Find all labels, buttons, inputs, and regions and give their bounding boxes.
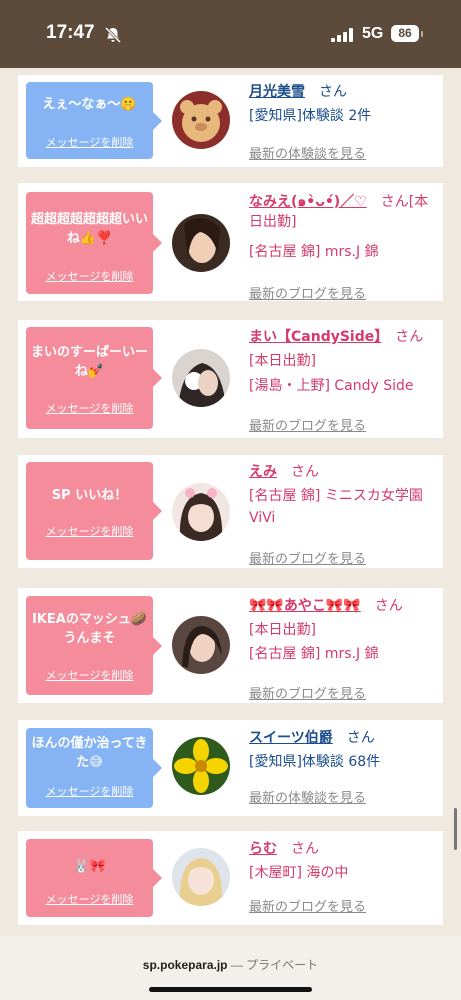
honorific: さん xyxy=(291,841,319,857)
home-indicator[interactable] xyxy=(149,987,312,992)
message-text: SP いいね！ xyxy=(51,488,128,503)
message-bubble: IKEAのマッシュ🥔うんまそ メッセージを削除 xyxy=(26,596,162,695)
cast-detail: [愛知県]体験談 2件 xyxy=(249,108,372,124)
cast-detail: [名古屋 錦] mrs.J 錦 xyxy=(249,244,379,260)
cast-info: らむ さん [木屋町] 海の中 最新のブログを見る xyxy=(249,839,441,915)
message-text: ほんの僅か治ってきた😅 xyxy=(31,736,148,770)
honorific: さん xyxy=(374,598,403,614)
private-mode-label: プライベート xyxy=(246,958,319,972)
cast-detail: [本日出勤] xyxy=(249,622,316,638)
view-latest-link[interactable]: 最新の体験談を見る xyxy=(249,787,366,806)
cast-name-link[interactable]: スイーツ伯爵 xyxy=(249,730,333,746)
url-display[interactable]: sp.pokepara.jp — プライベート xyxy=(0,956,461,973)
cast-name-link[interactable]: 🎀🎀あやこ🎀🎀 xyxy=(249,598,361,614)
delete-message-link[interactable]: メッセージを削除 xyxy=(26,400,153,416)
battery-icon: 86 xyxy=(391,25,419,42)
message-card: 🐰🎀 メッセージを削除 らむ さん [木屋町] 海の中 最新のブログを見る xyxy=(18,831,443,925)
delete-message-link[interactable]: メッセージを削除 xyxy=(26,783,153,799)
message-text: えぇ〜なぁ〜🤫 xyxy=(42,97,137,112)
cast-detail: [木屋町] 海の中 xyxy=(249,865,349,881)
avatar[interactable] xyxy=(172,349,230,407)
message-bubble: SP いいね！ メッセージを削除 xyxy=(26,462,162,560)
message-text: 超超超超超超超いいね👍❣️ xyxy=(30,212,148,246)
cast-info: えみ さん [名古屋 錦] ミニスカ女学園 ViVi 最新のブログを見る xyxy=(249,462,441,567)
avatar[interactable] xyxy=(172,214,230,272)
delete-message-link[interactable]: メッセージを削除 xyxy=(26,134,153,150)
browser-bottom-bar: sp.pokepara.jp — プライベート xyxy=(0,936,461,1000)
delete-message-link[interactable]: メッセージを削除 xyxy=(26,667,153,683)
message-bubble: ほんの僅か治ってきた😅 メッセージを削除 xyxy=(26,728,162,808)
network-label: 5G xyxy=(362,25,384,42)
message-text: IKEAのマッシュ🥔うんまそ xyxy=(31,612,148,646)
view-latest-link[interactable]: 最新のブログを見る xyxy=(249,548,366,567)
honorific: さん xyxy=(319,84,347,100)
avatar[interactable] xyxy=(172,616,230,674)
cast-detail: ViVi xyxy=(249,510,276,526)
bell-muted-icon xyxy=(104,26,122,44)
view-latest-link[interactable]: 最新の体験談を見る xyxy=(249,143,366,162)
cast-detail: [湯島・上野] Candy Side xyxy=(249,378,414,394)
view-latest-link[interactable]: 最新のブログを見る xyxy=(249,415,366,434)
signal-icon xyxy=(331,28,353,42)
cast-name-link[interactable]: まい【CandySide】 xyxy=(249,329,381,345)
cast-detail: [名古屋 錦] mrs.J 錦 xyxy=(249,646,379,662)
status-bar: 17:47 5G 86 xyxy=(0,0,461,68)
message-bubble: まいのすーぱーいーね💅 メッセージを削除 xyxy=(26,327,162,429)
cast-info: 月光美雪 さん [愛知県]体験談 2件 最新の体験談を見る xyxy=(249,82,441,162)
delete-message-link[interactable]: メッセージを削除 xyxy=(26,523,153,539)
message-card: まいのすーぱーいーね💅 メッセージを削除 まい【CandySide】 さん [本… xyxy=(18,320,443,438)
url-domain: sp.pokepara.jp xyxy=(142,958,228,972)
message-card: 超超超超超超超いいね👍❣️ メッセージを削除 なみえ(๑•̀ᴗ•́)／♡ さん[… xyxy=(18,183,443,302)
message-bubble: えぇ〜なぁ〜🤫 メッセージを削除 xyxy=(26,82,162,159)
url-separator: — xyxy=(227,958,247,972)
avatar[interactable] xyxy=(172,91,230,149)
cast-name-link[interactable]: らむ xyxy=(249,841,277,857)
avatar[interactable] xyxy=(172,483,230,541)
honorific: さん xyxy=(291,464,319,480)
avatar[interactable] xyxy=(172,737,230,795)
message-card: IKEAのマッシュ🥔うんまそ メッセージを削除 🎀🎀あやこ🎀🎀 さん [本日出勤… xyxy=(18,588,443,703)
delete-message-link[interactable]: メッセージを削除 xyxy=(26,891,153,907)
cast-info: まい【CandySide】 さん [本日出勤] [湯島・上野] Candy Si… xyxy=(249,327,441,434)
message-bubble: 🐰🎀 メッセージを削除 xyxy=(26,839,162,917)
message-card: ほんの僅か治ってきた😅 メッセージを削除 スイーツ伯爵 さん [愛知県]体験談 … xyxy=(18,720,443,816)
cast-name-link[interactable]: 月光美雪 xyxy=(249,84,305,100)
view-latest-link[interactable]: 最新のブログを見る xyxy=(249,896,366,915)
message-bubble: 超超超超超超超いいね👍❣️ メッセージを削除 xyxy=(26,192,162,294)
cast-detail: [本日出勤] xyxy=(249,353,316,369)
cast-info: スイーツ伯爵 さん [愛知県]体験談 68件 最新の体験談を見る xyxy=(249,728,441,806)
scrollbar-thumb[interactable] xyxy=(454,808,457,850)
message-text: 🐰🎀 xyxy=(73,859,106,874)
honorific: さん xyxy=(346,730,375,746)
avatar[interactable] xyxy=(172,848,230,906)
battery-nub xyxy=(421,31,423,37)
delete-message-link[interactable]: メッセージを削除 xyxy=(26,268,153,284)
cast-detail: [愛知県]体験談 68件 xyxy=(249,754,381,770)
cast-detail: [名古屋 錦] ミニスカ女学園 xyxy=(249,488,423,504)
cast-info: なみえ(๑•̀ᴗ•́)／♡ さん[本日出勤] [名古屋 錦] mrs.J 錦 最… xyxy=(249,192,441,302)
view-latest-link[interactable]: 最新のブログを見る xyxy=(249,283,366,302)
message-text: まいのすーぱーいーね💅 xyxy=(30,345,148,379)
view-latest-link[interactable]: 最新のブログを見る xyxy=(249,683,366,702)
honorific: さん xyxy=(395,329,424,345)
message-card: えぇ〜なぁ〜🤫 メッセージを削除 月光美雪 さん [愛知県]体験談 2件 最新の… xyxy=(18,75,443,167)
status-time: 17:47 xyxy=(46,22,95,43)
message-card: SP いいね！ メッセージを削除 えみ さん [名古屋 錦] ミニスカ女学園 V… xyxy=(18,455,443,568)
cast-name-link[interactable]: なみえ(๑•̀ᴗ•́)／♡ xyxy=(249,194,367,210)
cast-name-link[interactable]: えみ xyxy=(249,464,277,480)
honorific: さん xyxy=(380,194,409,210)
cast-info: 🎀🎀あやこ🎀🎀 さん [本日出勤] [名古屋 錦] mrs.J 錦 最新のブログ… xyxy=(249,596,441,702)
